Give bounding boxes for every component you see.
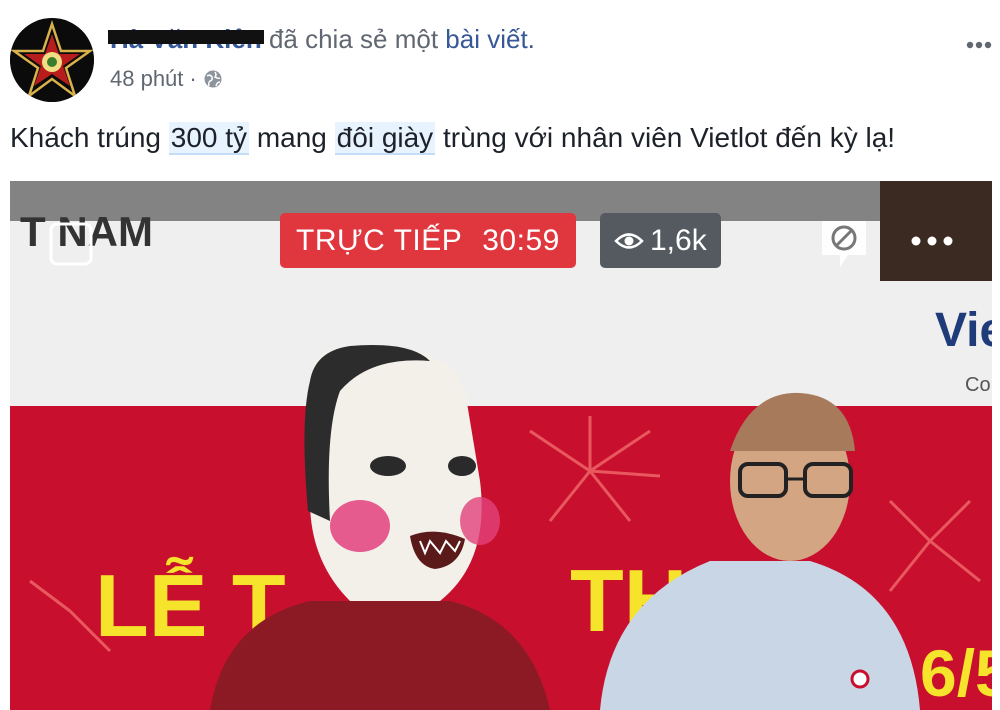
- hashtag-highlight[interactable]: 300 tỷ: [168, 122, 250, 155]
- stage-date: 6/5: [920, 636, 992, 710]
- post-meta: 48 phút ·: [110, 66, 223, 92]
- shared-text: đã chia sẻ một: [268, 24, 439, 54]
- globe-icon[interactable]: [203, 69, 223, 89]
- views-badge: 1,6k: [600, 213, 721, 268]
- hashtag-highlight[interactable]: đôi giày: [334, 122, 436, 155]
- video-more-icon[interactable]: [910, 235, 954, 247]
- author-name[interactable]: Hà Văn Kiên: [108, 24, 264, 55]
- live-timer: 30:59: [482, 223, 560, 257]
- eye-icon: [614, 232, 644, 249]
- post-text-part: mang: [249, 122, 335, 153]
- comments-off-icon[interactable]: [818, 215, 870, 271]
- avatar[interactable]: [10, 18, 94, 102]
- live-video[interactable]: T NAM Vie Co LỄ T THƯ 6/5: [10, 181, 992, 710]
- live-badge: TRỰC TIẾP 30:59: [280, 213, 576, 268]
- view-count: 1,6k: [650, 223, 707, 257]
- post-text: Khách trúng 300 tỷ mang đôi giày trùng v…: [10, 122, 896, 155]
- banner-brand: Vie: [935, 304, 992, 357]
- fullscreen-icon[interactable]: [48, 221, 94, 267]
- live-label: TRỰC TIẾP: [296, 223, 463, 257]
- meta-separator: ·: [189, 66, 197, 91]
- author-line: Hà Văn Kiên đã chia sẻ một bài viết.: [108, 24, 535, 55]
- shared-post-link[interactable]: bài viết.: [445, 24, 535, 54]
- more-options-icon[interactable]: [966, 28, 992, 56]
- star-logo-icon: [10, 18, 94, 102]
- banner-brand-sub: Co: [965, 374, 991, 396]
- post-text-part: Khách trúng: [10, 122, 169, 153]
- post-text-part: trùng với nhân viên Vietlot đến kỳ lạ!: [435, 122, 896, 153]
- post-time[interactable]: 48 phút: [110, 66, 183, 92]
